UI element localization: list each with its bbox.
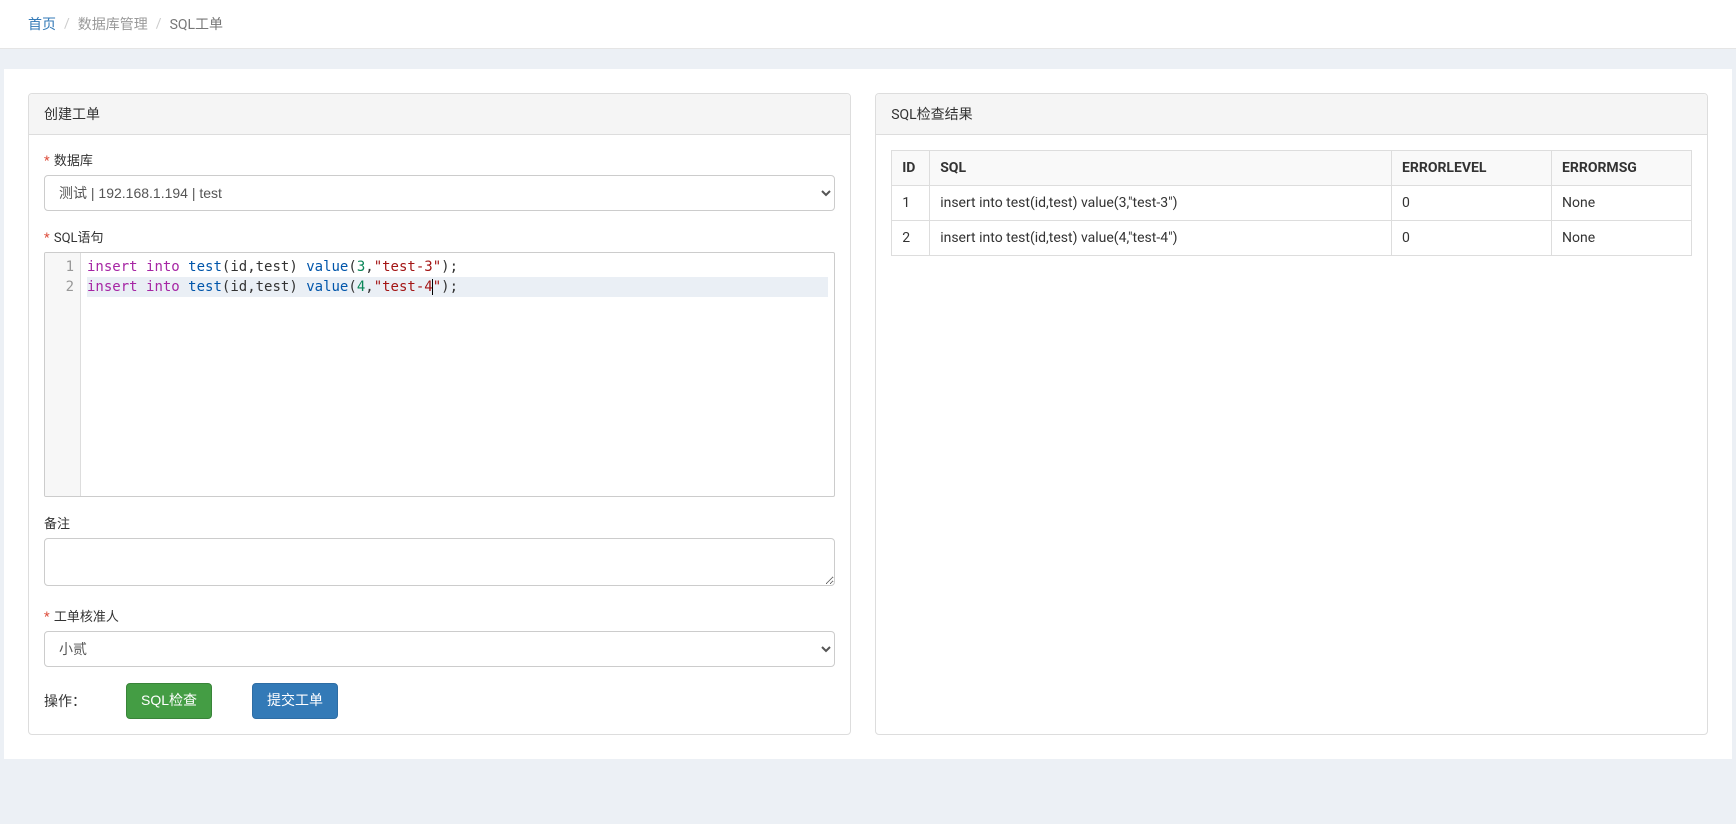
code-gutter: 1 2 [45, 253, 81, 496]
col-sql: SQL [930, 151, 1392, 186]
actions-row: 操作： SQL检查 提交工单 [44, 683, 835, 719]
line-number: 1 [45, 257, 74, 277]
db-select[interactable]: 测试 | 192.168.1.194 | test [44, 175, 835, 211]
cell-id: 2 [892, 221, 930, 256]
create-ticket-title: 创建工单 [29, 94, 850, 135]
remark-textarea[interactable] [44, 538, 835, 586]
approver-field-group: * 工单核准人 小贰 [44, 606, 835, 667]
cell-id: 1 [892, 186, 930, 221]
cell-errorlevel: 0 [1392, 221, 1552, 256]
remark-label: 备注 [44, 513, 835, 532]
breadcrumb-sep: / [64, 16, 70, 32]
check-result-title: SQL检查结果 [876, 94, 1707, 135]
sql-label-text: SQL语句 [54, 231, 104, 246]
sql-field-group: * SQL语句 1 2 insert into test(id,test) va… [44, 227, 835, 497]
approver-label-text: 工单核准人 [54, 610, 119, 625]
db-label-text: 数据库 [54, 154, 93, 169]
code-line-2[interactable]: insert into test(id,test) value(4,"test-… [87, 277, 828, 297]
result-table: ID SQL ERRORLEVEL ERRORMSG 1 insert into… [891, 150, 1692, 256]
breadcrumb-home[interactable]: 首页 [28, 14, 56, 34]
create-ticket-body: * 数据库 测试 | 192.168.1.194 | test * SQL语句 … [29, 135, 850, 734]
actions-label: 操作： [44, 691, 86, 711]
db-field-group: * 数据库 测试 | 192.168.1.194 | test [44, 150, 835, 211]
check-result-body: ID SQL ERRORLEVEL ERRORMSG 1 insert into… [876, 135, 1707, 271]
db-label: * 数据库 [44, 150, 835, 169]
line-number: 2 [45, 277, 74, 297]
table-row: 1 insert into test(id,test) value(3,"tes… [892, 186, 1692, 221]
col-id: ID [892, 151, 930, 186]
cell-sql: insert into test(id,test) value(4,"test-… [930, 221, 1392, 256]
remark-field-group: 备注 [44, 513, 835, 590]
sql-label: * SQL语句 [44, 227, 835, 246]
cell-errormsg: None [1552, 186, 1692, 221]
sql-check-button[interactable]: SQL检查 [126, 683, 212, 719]
breadcrumb-sep: / [156, 16, 162, 32]
cell-sql: insert into test(id,test) value(3,"test-… [930, 186, 1392, 221]
create-ticket-panel: 创建工单 * 数据库 测试 | 192.168.1.194 | test * S… [28, 93, 851, 735]
breadcrumb-bar: 首页 / 数据库管理 / SQL工单 [0, 0, 1736, 49]
breadcrumb: 首页 / 数据库管理 / SQL工单 [28, 14, 1708, 34]
col-errorlevel: ERRORLEVEL [1392, 151, 1552, 186]
submit-ticket-button[interactable]: 提交工单 [252, 683, 338, 719]
breadcrumb-db-mgmt: 数据库管理 [78, 14, 148, 34]
approver-select[interactable]: 小贰 [44, 631, 835, 667]
cell-errormsg: None [1552, 221, 1692, 256]
cell-errorlevel: 0 [1392, 186, 1552, 221]
approver-label: * 工单核准人 [44, 606, 835, 625]
col-errormsg: ERRORMSG [1552, 151, 1692, 186]
code-line-1[interactable]: insert into test(id,test) value(3,"test-… [87, 257, 828, 277]
breadcrumb-current: SQL工单 [170, 14, 223, 34]
table-header-row: ID SQL ERRORLEVEL ERRORMSG [892, 151, 1692, 186]
check-result-panel: SQL检查结果 ID SQL ERRORLEVEL ERRORMSG 1 ins… [875, 93, 1708, 735]
table-row: 2 insert into test(id,test) value(4,"tes… [892, 221, 1692, 256]
code-lines[interactable]: insert into test(id,test) value(3,"test-… [81, 253, 834, 496]
sql-code-editor[interactable]: 1 2 insert into test(id,test) value(3,"t… [44, 252, 835, 497]
content: 创建工单 * 数据库 测试 | 192.168.1.194 | test * S… [4, 69, 1732, 759]
